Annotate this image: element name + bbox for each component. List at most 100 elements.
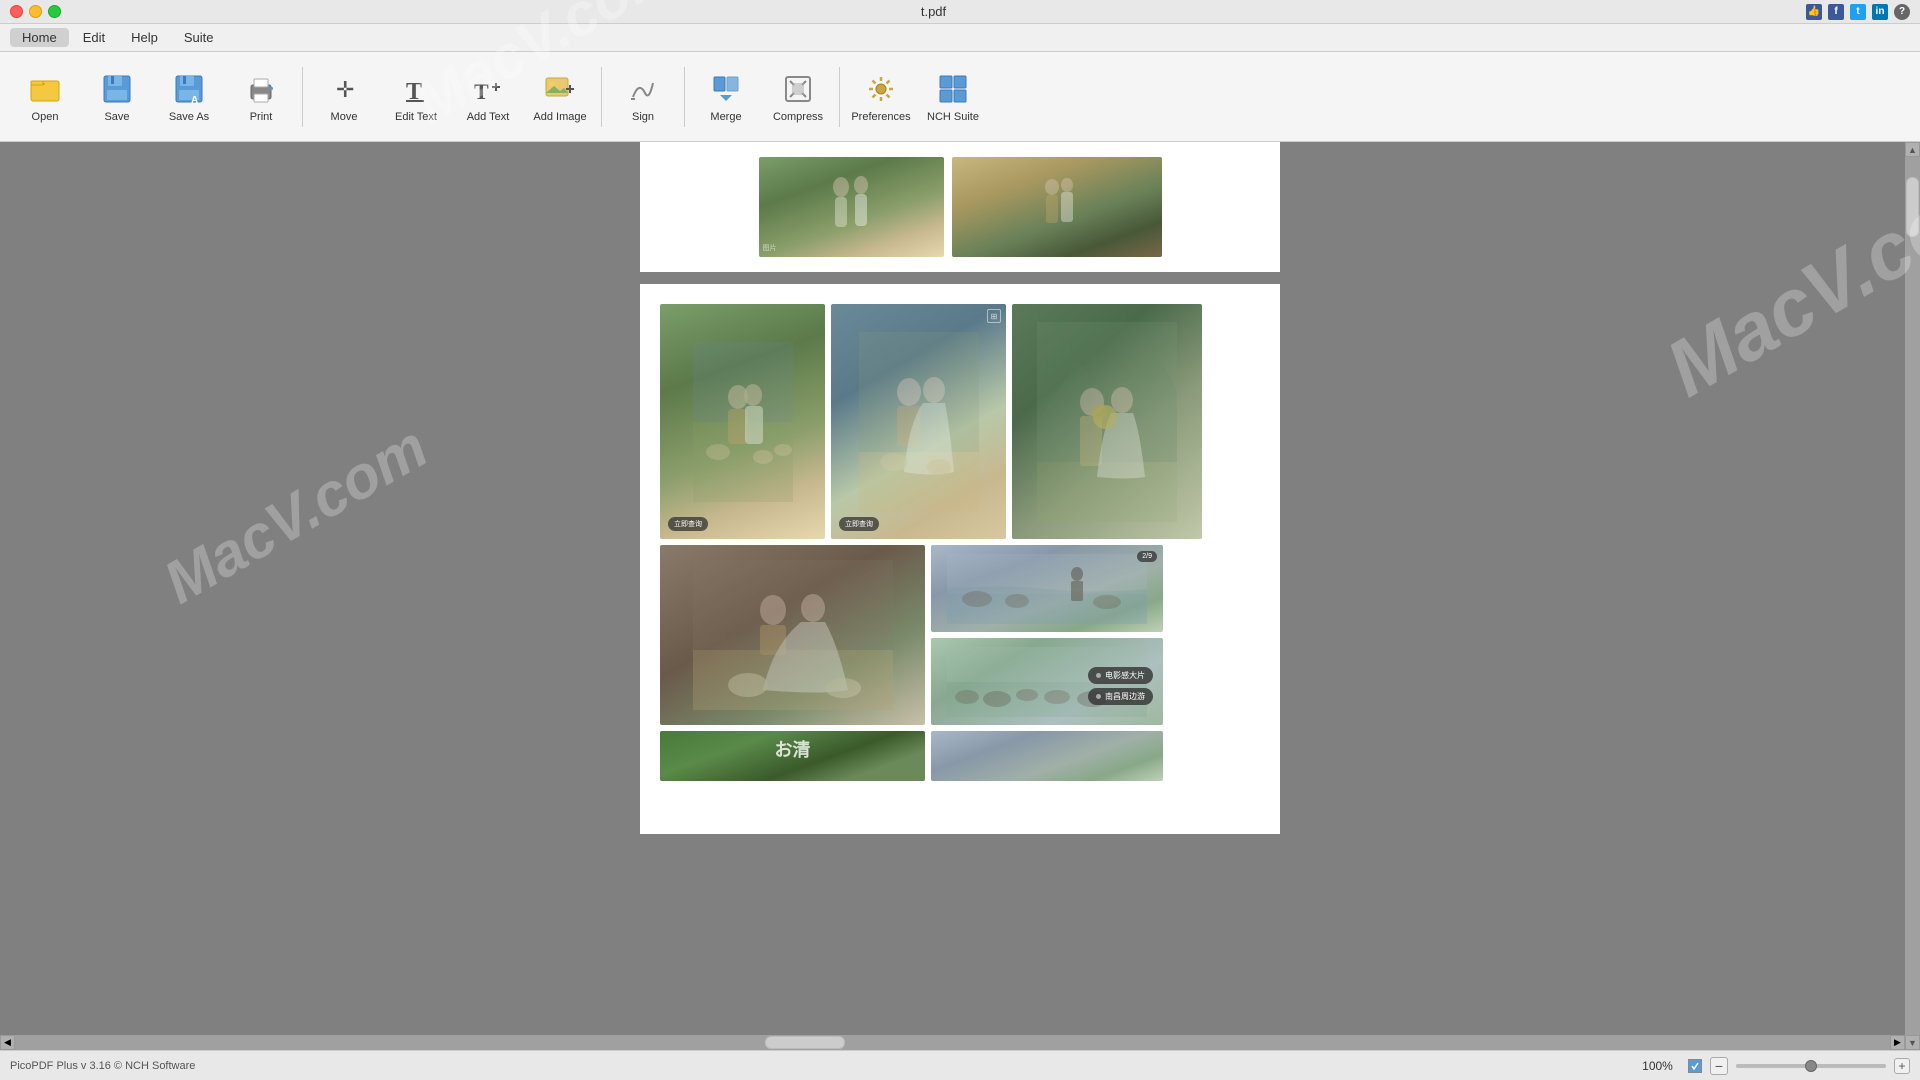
open-label: Open xyxy=(32,111,59,123)
add-image-button[interactable]: Add Image xyxy=(525,58,595,136)
hscroll-thumb[interactable] xyxy=(765,1036,845,1049)
nch-suite-label: NCH Suite xyxy=(927,111,979,123)
chat-text-2: 南昌周边游 xyxy=(1105,691,1145,702)
add-image-icon xyxy=(542,71,578,107)
sign-label: Sign xyxy=(632,111,654,123)
svg-text:✛: ✛ xyxy=(336,77,354,102)
photo-top-left: 立即查询 xyxy=(660,304,825,539)
doc-area[interactable]: 图片 xyxy=(0,142,1920,1050)
separator-3 xyxy=(684,67,685,127)
preferences-button[interactable]: Preferences xyxy=(846,58,916,136)
menubar: Home Edit Help Suite xyxy=(0,24,1920,52)
chat-dot-2 xyxy=(1096,694,1101,699)
scrollbar-right[interactable]: ▲ ▼ xyxy=(1905,142,1920,1050)
badge-top-left: 立即查询 xyxy=(668,517,708,531)
zoom-slider-thumb[interactable] xyxy=(1805,1060,1817,1072)
move-label: Move xyxy=(331,111,358,123)
hscroll-left-button[interactable]: ◀ xyxy=(0,1035,15,1050)
titlebar: t.pdf 👍 f t in ? xyxy=(0,0,1920,24)
zoom-plus-button[interactable]: + xyxy=(1894,1058,1910,1074)
edit-text-button[interactable]: T Edit Text xyxy=(381,58,451,136)
zoom-checkbox[interactable] xyxy=(1688,1059,1702,1073)
compress-label: Compress xyxy=(773,111,823,123)
svg-text:A: A xyxy=(191,95,198,105)
toolbar: Open Save A Save As xyxy=(0,52,1920,142)
save-button[interactable]: Save xyxy=(82,58,152,136)
move-icon: ✛ xyxy=(326,71,362,107)
thumbs-up-icon[interactable]: 👍 xyxy=(1806,4,1822,20)
save-as-icon: A xyxy=(171,71,207,107)
menu-suite[interactable]: Suite xyxy=(172,28,226,47)
merge-label: Merge xyxy=(710,111,741,123)
sign-icon xyxy=(625,71,661,107)
chat-bubble-1: 电影感大片 xyxy=(1088,667,1153,684)
add-text-icon: T xyxy=(470,71,506,107)
photo-action-icon[interactable]: ⊞ xyxy=(987,309,1001,323)
edit-text-label: Edit Text xyxy=(395,111,437,123)
photo-bottom-right-top: 2/9 xyxy=(931,545,1163,632)
print-icon xyxy=(243,71,279,107)
statusbar: PicoPDF Plus v 3.16 © NCH Software 100% … xyxy=(0,1050,1920,1080)
photo-top-right xyxy=(1012,304,1202,539)
photo-bottom-left xyxy=(660,545,925,725)
merge-button[interactable]: Merge xyxy=(691,58,761,136)
add-text-button[interactable]: T Add Text xyxy=(453,58,523,136)
zoom-minus-button[interactable]: − xyxy=(1710,1057,1728,1075)
scroll-down-button[interactable]: ▼ xyxy=(1905,1035,1920,1050)
merge-icon xyxy=(708,71,744,107)
nch-suite-icon xyxy=(935,71,971,107)
photo-top-center: 立即查询 ⊞ xyxy=(831,304,1006,539)
save-label: Save xyxy=(104,111,129,123)
zoom-value: 100% xyxy=(1635,1059,1680,1073)
twitter-icon[interactable]: t xyxy=(1850,4,1866,20)
separator-4 xyxy=(839,67,840,127)
menu-help[interactable]: Help xyxy=(119,28,170,47)
chat-bubbles: 电影感大片 南昌周边游 xyxy=(1088,667,1153,705)
close-button[interactable] xyxy=(10,5,23,18)
save-as-button[interactable]: A Save As xyxy=(154,58,224,136)
zoom-controls: 100% − + xyxy=(1635,1057,1910,1075)
maximize-button[interactable] xyxy=(48,5,61,18)
zoom-slider[interactable] xyxy=(1736,1064,1886,1068)
menu-edit[interactable]: Edit xyxy=(71,28,117,47)
open-button[interactable]: Open xyxy=(10,58,80,136)
chat-bubble-2: 南昌周边游 xyxy=(1088,688,1153,705)
hscroll-right-button[interactable]: ▶ xyxy=(1890,1035,1905,1050)
nch-suite-button[interactable]: NCH Suite xyxy=(918,58,988,136)
hscroll-track[interactable] xyxy=(15,1035,1890,1050)
traffic-lights xyxy=(10,5,61,18)
chat-dot-1 xyxy=(1096,673,1101,678)
photo-row-extra: お清 xyxy=(660,731,1260,781)
photo-right-stack: 2/9 xyxy=(931,545,1163,725)
minimize-button[interactable] xyxy=(29,5,42,18)
compress-icon xyxy=(780,71,816,107)
separator-2 xyxy=(601,67,602,127)
svg-text:T: T xyxy=(474,79,489,104)
main-area: 图片 xyxy=(0,142,1920,1050)
scroll-thumb[interactable] xyxy=(1906,177,1919,237)
page-divider xyxy=(630,272,1290,284)
move-button[interactable]: ✛ Move xyxy=(309,58,379,136)
photo-row-top: 立即查询 xyxy=(660,304,1260,539)
separator-1 xyxy=(302,67,303,127)
linkedin-icon[interactable]: in xyxy=(1872,4,1888,20)
open-icon xyxy=(27,71,63,107)
hscrollbar[interactable]: ◀ ▶ xyxy=(0,1035,1905,1050)
add-text-label: Add Text xyxy=(467,111,510,123)
save-icon xyxy=(99,71,135,107)
compress-button[interactable]: Compress xyxy=(763,58,833,136)
menu-home[interactable]: Home xyxy=(10,28,69,47)
photo-extra-right xyxy=(931,731,1163,781)
photo-row-bottom: 2/9 xyxy=(660,545,1260,725)
photo-page1-left: 图片 xyxy=(759,157,944,257)
chat-text-1: 电影感大片 xyxy=(1105,670,1145,681)
print-button[interactable]: Print xyxy=(226,58,296,136)
sign-button[interactable]: Sign xyxy=(608,58,678,136)
status-text: PicoPDF Plus v 3.16 © NCH Software xyxy=(10,1060,1635,1072)
window-title: t.pdf xyxy=(61,4,1806,19)
photo-bottom-right-bottom: 电影感大片 南昌周边游 xyxy=(931,638,1163,725)
help-icon[interactable]: ? xyxy=(1894,4,1910,20)
add-image-label: Add Image xyxy=(533,111,586,123)
scroll-up-button[interactable]: ▲ xyxy=(1905,142,1920,157)
facebook-icon[interactable]: f xyxy=(1828,4,1844,20)
